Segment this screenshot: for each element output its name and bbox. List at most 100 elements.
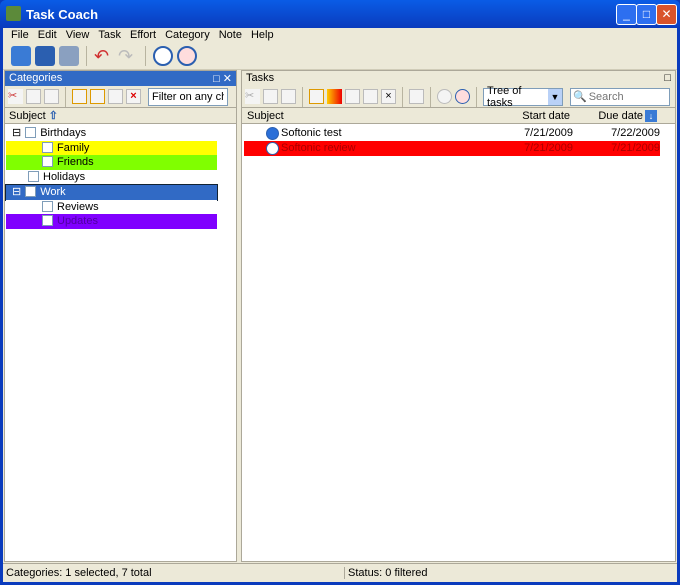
view-mode-select[interactable]: Tree of tasks ▼ <box>483 84 563 109</box>
close-panel-icon[interactable]: ✕ <box>223 73 232 85</box>
float-icon[interactable]: □ <box>213 73 220 85</box>
menu-file[interactable]: File <box>7 28 34 42</box>
category-checkbox[interactable] <box>42 200 53 212</box>
app-icon <box>6 6 21 21</box>
minimize-button[interactable]: _ <box>616 4 637 25</box>
close-button[interactable]: ✕ <box>656 4 677 25</box>
category-row[interactable]: Holidays <box>6 170 217 186</box>
categories-header: Categories □ ✕ <box>5 71 236 86</box>
cut-icon[interactable]: ✂ <box>245 89 260 104</box>
delete-icon[interactable]: × <box>126 89 141 104</box>
category-checkbox[interactable] <box>42 156 53 168</box>
category-label: Holidays <box>43 171 86 184</box>
new-task-icon[interactable] <box>309 89 324 104</box>
title-bar: Task Coach <box>0 0 680 28</box>
category-checkbox[interactable] <box>42 141 53 153</box>
start-tracking-icon[interactable] <box>437 89 452 104</box>
task-start-date: 7/21/2009 <box>524 127 573 139</box>
tasks-title: Tasks <box>246 72 275 84</box>
category-label: Updates <box>57 215 98 228</box>
category-checkbox[interactable] <box>25 185 37 197</box>
categories-column-header: Subject ⇧ <box>5 107 236 124</box>
copy-icon[interactable] <box>263 89 278 104</box>
tasks-column-header: Subject Start date Due date ↓ <box>242 107 675 124</box>
category-row[interactable]: Updates <box>6 214 217 230</box>
stop-tracking-icon[interactable] <box>455 89 470 104</box>
category-label: Friends <box>57 156 94 169</box>
toolbar-separator <box>476 86 477 107</box>
task-icon <box>266 127 279 140</box>
undo-icon[interactable]: ↶ <box>94 46 114 66</box>
toolbar-separator <box>402 86 403 107</box>
category-label: Work <box>40 185 66 198</box>
task-subject: Softonic test <box>281 127 342 139</box>
category-label: Family <box>57 141 90 154</box>
maximize-button[interactable]: □ <box>636 4 657 25</box>
start-tracking-icon[interactable] <box>153 46 173 66</box>
paste-icon[interactable] <box>44 89 59 104</box>
categories-title: Categories <box>9 72 63 84</box>
task-due-date: 7/22/2009 <box>611 127 660 139</box>
menu-help[interactable]: Help <box>247 28 279 42</box>
menu-bar: File Edit View Task Effort Category Note… <box>3 28 677 42</box>
menu-task[interactable]: Task <box>94 28 126 42</box>
category-row[interactable]: ⊟ Birthdays <box>6 126 217 141</box>
task-start-date: 7/21/2009 <box>524 142 573 154</box>
new-subtask-icon[interactable] <box>345 89 360 104</box>
task-subject: Softonic review <box>281 142 356 154</box>
mark-complete-icon[interactable] <box>409 89 424 104</box>
tasks-panel: Tasks □ ✂ × Tree of tasks ▼ 🔍 Subject St… <box>241 70 676 562</box>
category-row[interactable]: ⊟ Work <box>5 183 218 201</box>
column-subject[interactable]: Subject <box>247 110 284 122</box>
task-row[interactable]: Softonic test 7/21/2009 7/22/2009 <box>244 126 660 141</box>
category-checkbox[interactable] <box>25 127 37 138</box>
menu-edit[interactable]: Edit <box>34 28 62 42</box>
column-due-date[interactable]: Due date <box>598 110 643 122</box>
edit-category-icon[interactable] <box>108 89 123 104</box>
status-categories: Categories: 1 selected, 7 total <box>6 567 152 579</box>
search-input[interactable] <box>588 88 669 105</box>
panel-controls: □ ✕ <box>213 72 232 85</box>
search-box[interactable]: 🔍 <box>570 87 670 106</box>
tasks-toolbar: ✂ × Tree of tasks ▼ 🔍 <box>242 84 675 109</box>
new-category-icon[interactable] <box>72 89 87 104</box>
save-icon[interactable] <box>35 46 55 66</box>
delete-icon[interactable]: × <box>381 89 396 104</box>
view-mode-value: Tree of tasks <box>487 84 522 109</box>
category-row[interactable]: Reviews <box>6 199 217 215</box>
paste-icon[interactable] <box>281 89 296 104</box>
copy-icon[interactable] <box>26 89 41 104</box>
category-filter-select[interactable] <box>148 87 228 106</box>
toolbar-separator <box>145 46 146 66</box>
menu-note[interactable]: Note <box>215 28 247 42</box>
menu-effort[interactable]: Effort <box>126 28 161 42</box>
float-icon[interactable]: □ <box>664 72 671 85</box>
clock-icon <box>266 142 279 155</box>
menu-view[interactable]: View <box>62 28 95 42</box>
window-title: Task Coach <box>26 7 99 22</box>
categories-toolbar: ✂ × <box>5 86 236 107</box>
main-toolbar: ↶ ↷ <box>3 43 677 70</box>
menu-category[interactable]: Category <box>161 28 215 42</box>
edit-task-icon[interactable] <box>363 89 378 104</box>
collapse-icon[interactable]: ⊟ <box>12 127 21 139</box>
stop-tracking-icon[interactable] <box>177 46 197 66</box>
task-row[interactable]: Softonic review 7/21/2009 7/21/2009 <box>244 141 660 156</box>
column-start-date[interactable]: Start date <box>522 110 570 122</box>
category-row[interactable]: Friends <box>6 155 217 171</box>
category-checkbox[interactable] <box>42 215 53 227</box>
category-checkbox[interactable] <box>28 171 39 183</box>
column-subject[interactable]: Subject <box>5 110 46 122</box>
chevron-down-icon[interactable]: ▼ <box>548 88 562 105</box>
open-icon[interactable] <box>11 46 31 66</box>
sort-ascending-icon: ⇧ <box>48 110 58 122</box>
client-area: File Edit View Task Effort Category Note… <box>3 28 677 582</box>
redo-icon[interactable]: ↷ <box>118 46 138 66</box>
category-row[interactable]: Family <box>6 140 217 156</box>
cut-icon[interactable]: ✂ <box>8 89 23 104</box>
print-icon[interactable] <box>59 46 79 66</box>
new-task-from-template-icon[interactable] <box>327 89 342 104</box>
toolbar-separator <box>65 86 66 107</box>
new-subcategory-icon[interactable] <box>90 89 105 104</box>
collapse-icon[interactable]: ⊟ <box>12 186 21 198</box>
